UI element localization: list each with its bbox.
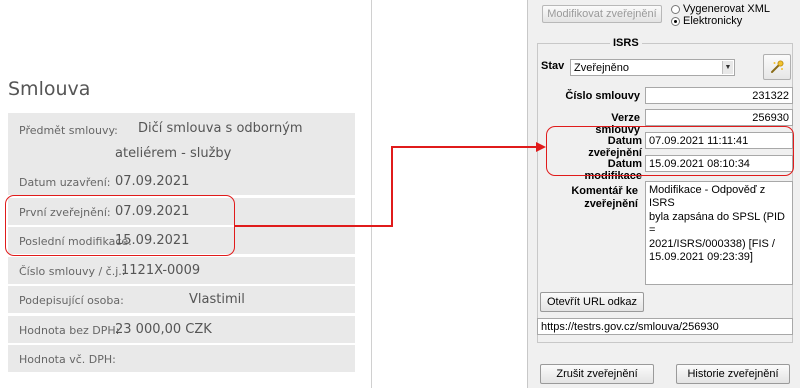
connector-arrow [235, 142, 546, 227]
